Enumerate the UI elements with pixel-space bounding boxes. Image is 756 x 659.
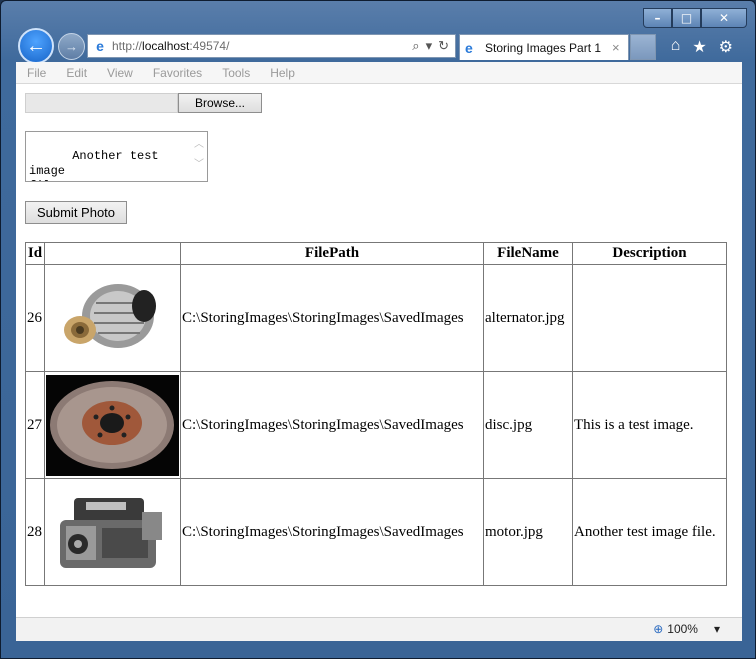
menu-view[interactable]: View [107, 66, 133, 80]
cell-filename: alternator.jpg [483, 264, 573, 372]
back-arrow-icon: ← [26, 34, 46, 57]
cell-image [44, 478, 181, 586]
back-button[interactable]: ← [18, 28, 54, 64]
brake-disc-image [46, 374, 179, 476]
url-port: :49574/ [189, 39, 230, 53]
zoom-level: 100% [667, 622, 698, 636]
command-icons: ⌂ ★ ⚙ [671, 37, 733, 57]
address-dropdown-icon[interactable]: ▾ [426, 38, 433, 54]
url-scheme: http:// [112, 39, 143, 53]
description-textarea[interactable]: Another test image file. ︿﹀ [25, 131, 208, 182]
header-description: Description [572, 242, 727, 265]
menu-tools[interactable]: Tools [222, 66, 250, 80]
cell-filepath: C:\StoringImages\StoringImages\SavedImag… [180, 371, 484, 479]
header-filename: FileName [483, 242, 573, 265]
cell-id: 26 [25, 264, 45, 372]
cell-description [572, 264, 727, 372]
page-content: Browse... Another test image file. ︿﹀ Su… [16, 84, 742, 617]
images-table: Id FilePath FileName Description 26 C:\S… [25, 242, 727, 586]
home-icon[interactable]: ⌂ [671, 37, 681, 57]
address-bar[interactable]: e http://localhost:49574/ ⌕ ▾ ↻ [87, 34, 456, 58]
close-window-button[interactable]: ✕ [701, 8, 747, 28]
cell-image [44, 371, 181, 479]
cell-image [44, 264, 181, 372]
zoom-dropdown-icon[interactable]: ▾ [714, 622, 720, 636]
alternator-image [46, 267, 179, 369]
refresh-icon[interactable]: ↻ [438, 38, 449, 54]
menu-help[interactable]: Help [270, 66, 295, 80]
forward-arrow-icon: → [65, 39, 78, 54]
ie-tab-icon: e [465, 39, 473, 56]
minimize-button[interactable]: – [643, 8, 672, 28]
status-bar: ⊕ 100% ▾ [16, 617, 742, 641]
engine-image [46, 481, 179, 583]
menu-favorites[interactable]: Favorites [153, 66, 202, 80]
favorites-star-icon[interactable]: ★ [692, 37, 706, 57]
tab-title: Storing Images Part 1 [485, 40, 602, 55]
submit-photo-button[interactable]: Submit Photo [25, 201, 127, 224]
cell-id: 28 [25, 478, 45, 586]
close-tab-icon[interactable]: × [612, 40, 628, 55]
cell-description: This is a test image. [572, 371, 727, 479]
menu-bar: File Edit View Favorites Tools Help [16, 62, 742, 84]
cell-filepath: C:\StoringImages\StoringImages\SavedImag… [180, 478, 484, 586]
url-host: localhost [142, 39, 190, 53]
search-icon[interactable]: ⌕ [412, 38, 419, 54]
cell-description: Another test image file. [572, 478, 727, 586]
menu-file[interactable]: File [27, 66, 46, 80]
header-filepath: FilePath [180, 242, 484, 265]
cell-filename: disc.jpg [483, 371, 573, 479]
settings-gear-icon[interactable]: ⚙ [719, 37, 733, 57]
textarea-scrollbar[interactable]: ︿ ﹀ [194, 136, 204, 176]
ie-page-icon: e [96, 38, 104, 54]
address-url[interactable]: http://localhost:49574/ [112, 39, 412, 53]
table-row: 26 C:\StoringImages\StoringImages\SavedI… [25, 264, 727, 372]
cell-id: 27 [25, 371, 45, 479]
header-id: Id [25, 242, 45, 265]
table-row: 28 C:\StoringImages\StoringImages\SavedI… [25, 478, 727, 586]
browse-button[interactable]: Browse... [178, 93, 262, 113]
zoom-control[interactable]: ⊕ 100% ▾ [653, 622, 720, 636]
new-tab-button[interactable] [630, 34, 656, 60]
browser-window: – □ ✕ ← → e http://localhost:49574/ ⌕ ▾ … [0, 0, 756, 659]
cell-filepath: C:\StoringImages\StoringImages\SavedImag… [180, 264, 484, 372]
zoom-magnifier-icon: ⊕ [653, 622, 664, 636]
table-header-row: Id FilePath FileName Description [25, 242, 727, 265]
tab-storing-images[interactable]: e Storing Images Part 1 × [459, 34, 629, 60]
description-text: Another test image file. [29, 149, 159, 181]
table-row: 27 C:\StoringImages\StoringImages\SavedI… [25, 371, 727, 479]
maximize-button[interactable]: □ [672, 8, 701, 28]
header-image [44, 242, 181, 265]
file-path-input[interactable] [25, 93, 178, 113]
window-caption-buttons: – □ ✕ [643, 8, 747, 28]
cell-filename: motor.jpg [483, 478, 573, 586]
forward-button[interactable]: → [58, 33, 85, 60]
file-upload-control: Browse... [25, 93, 262, 113]
menu-edit[interactable]: Edit [66, 66, 87, 80]
